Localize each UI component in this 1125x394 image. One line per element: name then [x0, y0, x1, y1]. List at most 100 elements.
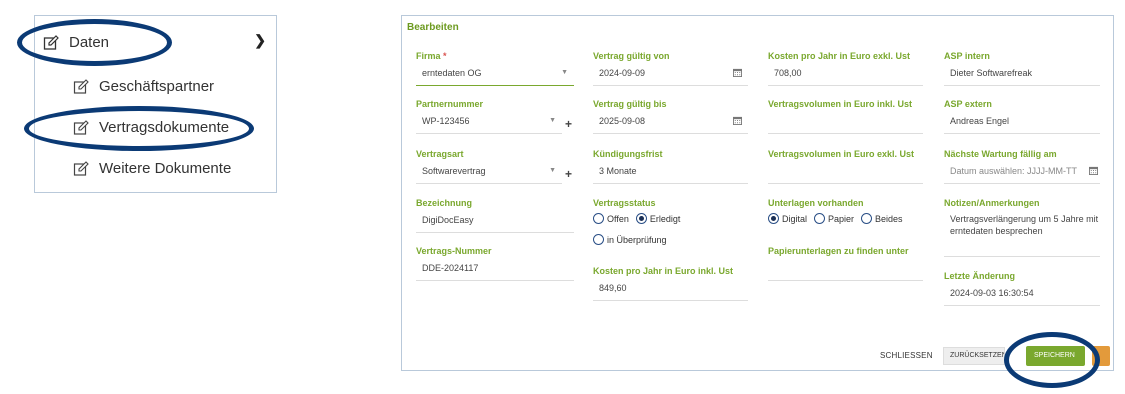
kosten-inkl-value: 849,60 — [599, 283, 627, 293]
unterlagen-option-papier[interactable]: Papier — [814, 213, 854, 224]
volumen-exkl-label: Vertragsvolumen in Euro exkl. Ust — [768, 149, 915, 159]
kosten-inkl-input[interactable]: 849,60 — [593, 281, 748, 301]
chevron-down-icon: ▼ — [561, 69, 568, 76]
asp-intern-input[interactable]: Dieter Softwarefreak — [944, 66, 1100, 86]
kosten-exkl-label: Kosten pro Jahr in Euro exkl. Ust — [768, 51, 911, 61]
unterlagen-option-digital[interactable]: Digital — [768, 213, 807, 224]
gueltig-bis-value: 2025-09-08 — [599, 116, 646, 126]
edit-panel: Bearbeiten Firma * erntedaten OG ▼ Partn… — [401, 15, 1114, 371]
asp-extern-input[interactable]: Andreas Engel — [944, 114, 1100, 134]
partnernummer-value: WP-123456 — [422, 116, 470, 126]
wartung-date-input[interactable]: Datum auswählen: JJJJ-MM-TT — [944, 164, 1100, 184]
notizen-textarea[interactable]: Vertragsverlängerung um 5 Jahre mit ernt… — [950, 213, 1100, 237]
nav-item-label: Vertragsdokumente — [99, 119, 230, 136]
partnernummer-select[interactable]: WP-123456 ▼ — [416, 114, 562, 134]
nav-item-weitere-dokumente[interactable]: Weitere Dokumente — [73, 160, 231, 177]
bezeichnung-input[interactable]: DigiDocEasy — [416, 213, 574, 233]
calendar-icon[interactable] — [733, 68, 742, 77]
unterlagen-option-beides[interactable]: Beides — [861, 213, 903, 224]
required-marker: * — [443, 51, 447, 61]
vertragsnummer-input[interactable]: DDE-2024117 — [416, 261, 574, 281]
notizen-label: Notizen/Anmerkungen — [944, 198, 1040, 208]
chevron-down-icon[interactable]: ❯ — [254, 32, 266, 49]
radio-label: in Überprüfung — [607, 234, 667, 245]
panel-title: Bearbeiten — [407, 22, 459, 33]
letzte-aenderung-value-field: 2024-09-03 16:30:54 — [944, 286, 1100, 306]
letzte-aenderung-value: 2024-09-03 16:30:54 — [950, 288, 1034, 298]
nav-item-geschaeftspartner[interactable]: Geschäftspartner — [73, 78, 214, 95]
radio-label: Beides — [875, 213, 903, 224]
letzte-aenderung-label: Letzte Änderung — [944, 271, 1015, 281]
gueltig-bis-input[interactable]: 2025-09-08 — [593, 114, 748, 134]
reset-button[interactable]: ZURÜCKSETZEN — [943, 347, 1005, 365]
calendar-icon[interactable] — [733, 116, 742, 125]
asp-intern-label: ASP intern — [944, 51, 990, 61]
radio-button[interactable] — [593, 234, 604, 245]
edit-icon — [73, 119, 89, 135]
radio-button[interactable] — [814, 213, 826, 224]
kosten-exkl-input[interactable]: 708,00 — [768, 66, 923, 86]
status-option-erledigt[interactable]: Erledigt — [635, 213, 681, 224]
add-vertragsart-icon[interactable]: + — [565, 167, 572, 181]
nav-item-label: Daten — [69, 34, 110, 51]
gueltig-von-input[interactable]: 2024-09-09 — [593, 66, 748, 86]
gueltig-von-value: 2024-09-09 — [599, 68, 646, 78]
nav-item-label: Geschäftspartner — [99, 78, 215, 95]
firma-select[interactable]: erntedaten OG ▼ — [416, 66, 574, 86]
edit-icon — [43, 34, 59, 50]
firma-value: erntedaten OG — [422, 68, 482, 78]
vertragsart-select[interactable]: Softwarevertrag ▼ — [416, 164, 562, 184]
wartung-label: Nächste Wartung fällig am — [944, 149, 1057, 159]
radio-button-selected[interactable] — [768, 213, 779, 224]
volumen-inkl-input[interactable] — [768, 114, 923, 134]
sidebar-nav: Daten ❯ Geschäftspartner Vertragsdokumen… — [34, 15, 277, 193]
vertragsstatus-radio-group-2: in Überprüfung — [593, 234, 674, 245]
radio-label: Erledigt — [649, 213, 681, 224]
edit-icon — [73, 160, 89, 176]
kosten-exkl-value: 708,00 — [774, 68, 802, 78]
kosten-inkl-label: Kosten pro Jahr in Euro inkl. Ust — [593, 266, 734, 276]
wartung-placeholder: Datum auswählen: JJJJ-MM-TT — [950, 166, 1078, 176]
volumen-inkl-label: Vertragsvolumen in Euro inkl. Ust — [768, 99, 913, 109]
radio-button[interactable] — [593, 213, 604, 224]
kuendigungsfrist-input[interactable]: 3 Monate — [593, 164, 748, 184]
bezeichnung-value: DigiDocEasy — [422, 215, 474, 225]
extra-action-button[interactable] — [1092, 346, 1110, 366]
gueltig-bis-label: Vertrag gültig bis — [593, 99, 667, 109]
status-option-in-ueberpruefung[interactable]: in Überprüfung — [593, 234, 667, 245]
add-partner-icon[interactable]: + — [565, 117, 572, 131]
volumen-exkl-input[interactable] — [768, 164, 923, 184]
firma-label: Firma * — [416, 51, 447, 61]
edit-icon — [73, 78, 89, 94]
vertragsstatus-label: Vertragsstatus — [593, 198, 656, 208]
radio-label: Digital — [782, 213, 808, 224]
notizen-underline — [944, 256, 1100, 257]
gueltig-von-label: Vertrag gültig von — [593, 51, 670, 61]
kuendigungsfrist-value: 3 Monate — [599, 166, 637, 176]
asp-intern-value: Dieter Softwarefreak — [950, 68, 1033, 78]
vertragsstatus-radio-group: Offen Erledigt — [593, 213, 687, 224]
nav-item-daten[interactable]: Daten — [43, 34, 268, 51]
papierunterlagen-input[interactable] — [768, 261, 923, 281]
asp-extern-value: Andreas Engel — [950, 116, 1010, 126]
kuendigungsfrist-label: Kündigungsfrist — [593, 149, 663, 159]
unterlagen-radio-group: Digital Papier Beides — [768, 213, 910, 224]
firma-label-text: Firma — [416, 51, 441, 61]
calendar-icon[interactable] — [1089, 166, 1098, 175]
save-button[interactable]: SPEICHERN — [1026, 346, 1085, 366]
vertragsart-label: Vertragsart — [416, 149, 464, 159]
vertragsnummer-value: DDE-2024117 — [422, 263, 479, 273]
status-option-offen[interactable]: Offen — [593, 213, 629, 224]
close-button[interactable]: SCHLIESSEN — [880, 351, 933, 360]
papierunterlagen-label: Papierunterlagen zu finden unter — [768, 246, 909, 256]
radio-button[interactable] — [861, 213, 873, 224]
nav-item-label: Weitere Dokumente — [99, 160, 232, 177]
nav-item-vertragsdokumente[interactable]: Vertragsdokumente — [73, 119, 229, 136]
bezeichnung-label: Bezeichnung — [416, 198, 473, 208]
vertragsnummer-label: Vertrags-Nummer — [416, 246, 492, 256]
vertragsart-value: Softwarevertrag — [422, 166, 486, 176]
radio-label: Papier — [828, 213, 855, 224]
asp-extern-label: ASP extern — [944, 99, 992, 109]
radio-button-selected[interactable] — [635, 213, 647, 224]
partnernummer-label: Partnernummer — [416, 99, 484, 109]
